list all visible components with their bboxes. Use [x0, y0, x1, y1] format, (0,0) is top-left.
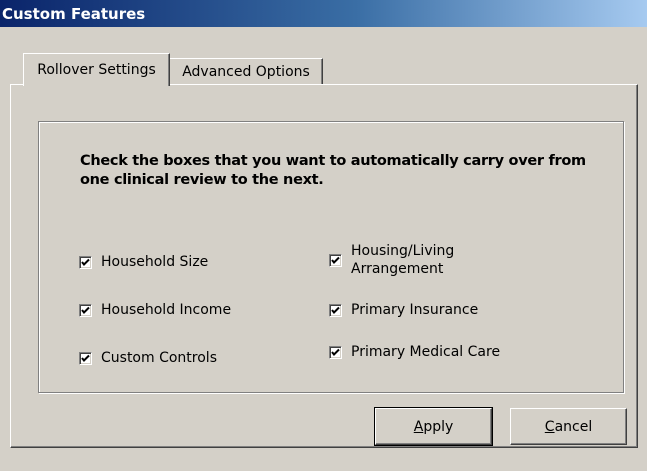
- checkbox-label: Household Income: [101, 302, 232, 318]
- checkbox-label: Primary Insurance: [351, 302, 479, 318]
- cancel-mnemonic: C: [544, 418, 555, 435]
- custom-controls-checkbox[interactable]: Custom Controls: [79, 349, 217, 368]
- household-income-checkbox[interactable]: Household Income: [79, 301, 231, 320]
- checkbox-label-line2: Arrangement: [351, 261, 444, 277]
- checkmark-icon: [331, 348, 340, 356]
- checkmark-icon: [331, 306, 340, 314]
- checkbox-label-line1: Housing/Living: [351, 243, 455, 259]
- checkbox-box[interactable]: [79, 256, 92, 269]
- checkbox-label: Housing/Living Arrangement: [351, 242, 454, 278]
- checkbox-box[interactable]: [79, 352, 92, 365]
- apply-button[interactable]: Apply: [374, 407, 493, 446]
- primary-medical-care-checkbox[interactable]: Primary Medical Care: [329, 343, 500, 362]
- checkbox-box[interactable]: [329, 253, 342, 267]
- apply-mnemonic: A: [413, 418, 424, 435]
- checkmark-icon: [331, 256, 340, 264]
- checkbox-box[interactable]: [329, 304, 342, 317]
- tab-rollover-settings[interactable]: Rollover Settings: [23, 53, 170, 86]
- instructions-text: Check the boxes that you want to automat…: [80, 153, 586, 188]
- checkbox-label: Primary Medical Care: [351, 344, 501, 360]
- checkbox-label: Household Size: [101, 254, 209, 270]
- checkbox-box[interactable]: [79, 304, 92, 317]
- checkbox-label: Custom Controls: [101, 350, 217, 366]
- housing-living-arrangement-checkbox[interactable]: Housing/Living Arrangement: [329, 242, 454, 278]
- cancel-label-rest: ancel: [554, 418, 593, 435]
- tab-advanced-options[interactable]: Advanced Options: [170, 58, 323, 85]
- cancel-button[interactable]: Cancel: [510, 408, 627, 445]
- checkmark-icon: [81, 258, 90, 266]
- primary-insurance-checkbox[interactable]: Primary Insurance: [329, 301, 478, 320]
- checkmark-icon: [81, 306, 90, 314]
- apply-label-rest: pply: [423, 418, 454, 435]
- title-bar[interactable]: Custom Features: [0, 0, 647, 27]
- checkmark-icon: [81, 354, 90, 362]
- window-title: Custom Features: [2, 5, 146, 23]
- household-size-checkbox[interactable]: Household Size: [79, 253, 208, 272]
- checkbox-box[interactable]: [329, 346, 342, 359]
